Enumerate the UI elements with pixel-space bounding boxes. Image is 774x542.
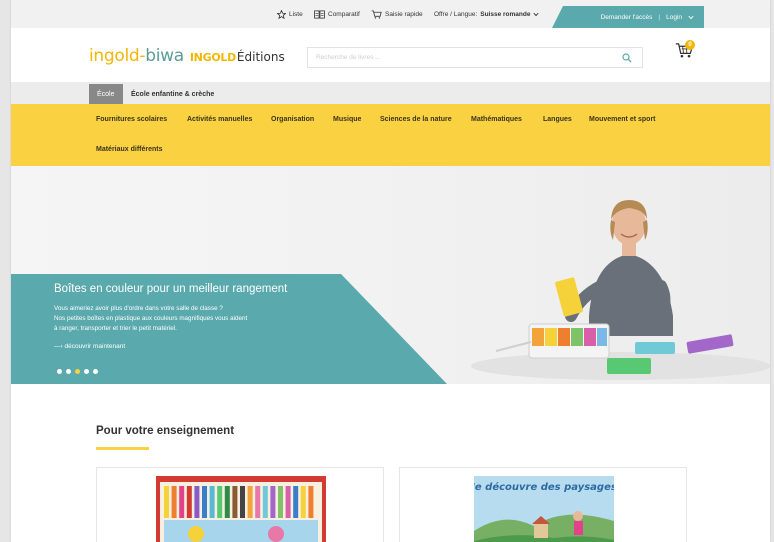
pencil-10 (232, 486, 238, 518)
hero-slider[interactable]: Boîtes en couleur pour un meilleur range… (11, 166, 770, 384)
compare-label: Comparatif (328, 10, 360, 18)
nav-fournitures-scolaires[interactable]: Fournitures scolaires (96, 116, 167, 123)
pencil-19 (300, 486, 306, 518)
pencil-8 (217, 486, 223, 518)
search-input[interactable] (308, 54, 608, 61)
book-cover-image: Je découvre des paysages (474, 476, 614, 542)
pencil-17 (285, 486, 291, 518)
logo[interactable]: ingold-biwa INGOLD Éditions (89, 46, 285, 68)
hero-description: Vous aimeriez avoir plus d'ordre dans vo… (54, 305, 248, 332)
quick-entry-label: Saisie rapide (385, 10, 423, 18)
logo-ingold: INGOLD (189, 51, 236, 64)
slider-dots (57, 369, 98, 374)
search-icon[interactable] (622, 53, 632, 63)
tab-ecole[interactable]: École (89, 84, 123, 104)
login-link[interactable]: Login (666, 14, 682, 21)
pencil-12 (247, 486, 253, 518)
pencil-20 (308, 486, 314, 518)
separator: | (658, 13, 661, 21)
nav-mathematiques[interactable]: Mathématiques (471, 116, 522, 123)
pencil-1 (164, 486, 169, 518)
woman-illustration (561, 200, 673, 336)
book-cover-title: Je découvre des paysages (474, 481, 614, 493)
nav-materiaux-differents[interactable]: Matériaux différents (96, 146, 163, 153)
slider-dot-2[interactable] (66, 369, 71, 374)
logo-ingold-biwa: ingold-biwa (89, 46, 184, 66)
category-nav: Fournitures scolaires Activités manuelle… (11, 104, 770, 166)
access-login-bar: Demander l'accès | Login (552, 6, 704, 28)
compare-icon (314, 9, 325, 19)
slider-dot-3[interactable] (75, 369, 80, 374)
offer-language-select[interactable]: Offre / Langue: Suisse romande (434, 0, 540, 28)
pencil-3 (179, 486, 185, 518)
list-label: Liste (289, 10, 303, 18)
star-icon (277, 9, 286, 19)
audience-tabs: École École enfantine & crèche (11, 82, 770, 104)
pencil-18 (293, 486, 299, 518)
section-underline (96, 447, 149, 450)
pencil-13 (255, 486, 261, 518)
nav-sciences-nature[interactable]: Sciences de la nature (380, 116, 452, 123)
nav-langues[interactable]: Langues (543, 116, 572, 123)
pencil-16 (278, 486, 283, 518)
hero-cta-link[interactable]: —› découvrir maintenant (54, 343, 125, 350)
utility-bar: Liste Comparatif Saisie rapide Offre / L… (11, 0, 770, 28)
nav-activites-manuelles[interactable]: Activités manuelles (187, 116, 252, 123)
chevron-down-icon (688, 15, 694, 19)
page-frame: Liste Comparatif Saisie rapide Offre / L… (11, 0, 770, 542)
offer-prefix: Offre / Langue: (434, 10, 478, 18)
hero-title: Boîtes en couleur pour un meilleur range… (54, 283, 288, 295)
slider-dot-4[interactable] (84, 369, 89, 374)
pencil-15 (270, 486, 276, 518)
pencil-4 (186, 486, 192, 518)
request-access-link[interactable]: Demander l'accès (601, 14, 653, 21)
slider-dot-1[interactable] (57, 369, 62, 374)
product-card-paysages[interactable]: Je découvre des paysages (399, 467, 687, 542)
pencil-9 (224, 486, 230, 518)
cart-small-icon (371, 9, 382, 19)
pencils-image (156, 476, 326, 542)
offer-value: Suisse romande (480, 10, 531, 18)
pencil-11 (240, 486, 245, 518)
pencil-14 (262, 486, 268, 518)
compare-link[interactable]: Comparatif (314, 0, 360, 28)
nav-musique[interactable]: Musique (333, 116, 361, 123)
product-card-pencils[interactable] (96, 467, 384, 542)
cart-button[interactable]: 0 (675, 40, 695, 64)
quick-entry-link[interactable]: Saisie rapide (371, 0, 423, 28)
tab-ecole-enfantine[interactable]: École enfantine & crèche (131, 84, 214, 104)
nav-organisation[interactable]: Organisation (271, 116, 314, 123)
pencil-6 (202, 486, 207, 518)
site-header: ingold-biwa INGOLD Éditions 0 (11, 28, 770, 82)
pencil-7 (209, 486, 215, 518)
pencil-2 (171, 486, 177, 518)
section-title: Pour votre enseignement (96, 425, 235, 437)
nav-mouvement-sport[interactable]: Mouvement et sport (589, 116, 656, 123)
slider-dot-5[interactable] (93, 369, 98, 374)
list-link[interactable]: Liste (277, 0, 303, 28)
cart-count-badge: 0 (685, 40, 695, 50)
chevron-down-icon (533, 12, 540, 16)
pencil-5 (194, 486, 200, 518)
logo-editions: Éditions (236, 50, 285, 64)
search-box (307, 47, 643, 68)
